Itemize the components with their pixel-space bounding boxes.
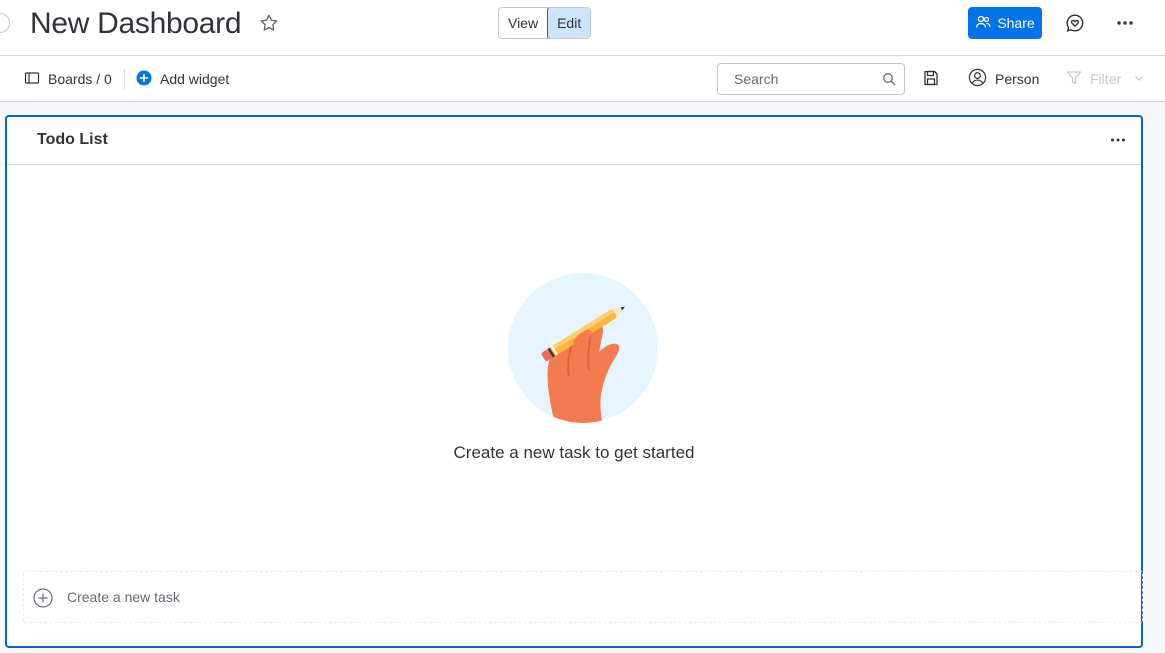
- todo-list-widget: Todo List Create a new task to get start…: [5, 115, 1143, 648]
- empty-state-illustration: [507, 272, 659, 424]
- search-field[interactable]: [717, 63, 905, 95]
- create-task-row[interactable]: Create a new task: [23, 571, 1143, 623]
- view-mode-button[interactable]: View: [499, 8, 547, 38]
- empty-state-message: Create a new task to get started: [453, 443, 695, 462]
- plus-circle-outline-icon[interactable]: [33, 588, 53, 608]
- filter-button[interactable]: Filter: [1066, 56, 1145, 102]
- view-edit-toggle: View Edit: [498, 7, 592, 39]
- create-task-placeholder[interactable]: Create a new task: [67, 589, 180, 605]
- more-horizontal-icon[interactable]: [1113, 11, 1137, 35]
- board-panel-icon: [24, 70, 40, 89]
- search-icon[interactable]: [882, 72, 896, 86]
- share-label: Share: [997, 15, 1035, 31]
- boards-selector[interactable]: Boards / 0: [24, 56, 112, 102]
- widget-header: Todo List: [7, 117, 1141, 165]
- widget-title[interactable]: Todo List: [37, 131, 108, 149]
- dashboard-toolbar: Boards / 0 Add widget Search Person Filt…: [0, 56, 1165, 102]
- save-icon: [922, 69, 940, 90]
- person-label: Person: [995, 71, 1040, 87]
- heart-chat-icon[interactable]: [1063, 11, 1087, 35]
- boards-label: Boards / 0: [48, 71, 112, 87]
- save-button[interactable]: [922, 56, 940, 102]
- edit-mode-button[interactable]: Edit: [547, 8, 591, 38]
- share-button[interactable]: Share: [968, 7, 1042, 39]
- filter-label: Filter: [1090, 71, 1122, 87]
- plus-circle-icon: [136, 70, 152, 89]
- add-widget-label: Add widget: [160, 71, 230, 87]
- dashboard-header: New Dashboard View Edit Share: [0, 0, 1165, 56]
- person-icon: [968, 68, 987, 90]
- person-filter-button[interactable]: Person: [968, 56, 1039, 102]
- toolbar-divider: [124, 69, 125, 89]
- filter-icon: [1066, 70, 1082, 89]
- search-input[interactable]: [718, 64, 878, 94]
- star-icon[interactable]: [258, 12, 280, 34]
- collapse-toggle[interactable]: [0, 13, 10, 33]
- widget-more-icon[interactable]: [1107, 129, 1129, 151]
- add-widget-button[interactable]: Add widget: [136, 56, 229, 102]
- chevron-down-icon: [1133, 71, 1145, 87]
- page-title[interactable]: New Dashboard: [30, 4, 242, 44]
- people-icon: [975, 14, 991, 33]
